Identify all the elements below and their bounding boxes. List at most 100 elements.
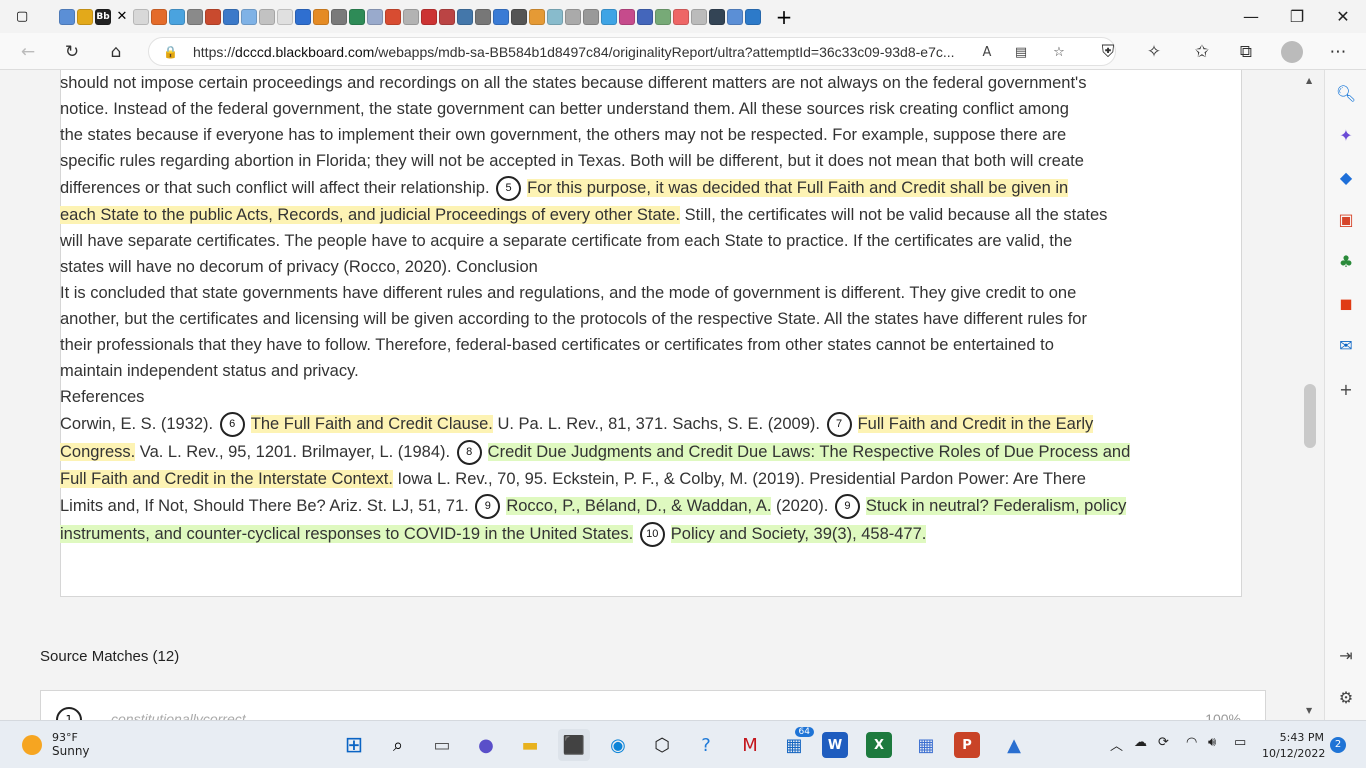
back-button[interactable]: ←	[14, 38, 42, 66]
read-aloud-icon[interactable]: A	[975, 41, 999, 63]
chat-icon[interactable]: ●	[470, 729, 502, 761]
tab-favicon-icon[interactable]	[745, 8, 761, 25]
file-explorer-icon[interactable]: ▬	[514, 729, 546, 761]
settings-more-icon[interactable]: ⋯	[1324, 38, 1352, 66]
match-marker-icon[interactable]: 8	[456, 440, 482, 466]
source-match-card[interactable]: 1 constitutionallycorrect 100%	[40, 690, 1266, 720]
tab-favicon-icon[interactable]	[709, 8, 725, 25]
tab-favicon-icon[interactable]	[349, 8, 365, 25]
tab-favicon-icon[interactable]	[277, 8, 293, 25]
tab-favicon-icon[interactable]	[313, 8, 329, 25]
photos-icon[interactable]: ▲	[998, 729, 1030, 761]
task-view-icon[interactable]: ▭	[426, 729, 458, 761]
close-window-button[interactable]: ✕	[1320, 0, 1366, 33]
tab-favicon-icon[interactable]	[529, 8, 545, 25]
mcafee-icon[interactable]: M	[734, 729, 766, 761]
highlighted-match-text[interactable]: Policy and Society, 39(3), 458-477.	[670, 525, 927, 543]
url-field[interactable]: 🔒 https://dcccd.blackboard.com/webapps/m…	[148, 37, 1116, 66]
scroll-up-icon[interactable]: ▲	[1306, 76, 1312, 85]
highlighted-match-text[interactable]: The Full Faith and Credit Clause.	[250, 415, 493, 433]
favorite-star-icon[interactable]: ☆	[1047, 41, 1071, 63]
show-hidden-icons-chevron-icon[interactable]: ︿	[1110, 735, 1123, 754]
add-sidebar-app-icon[interactable]: +	[1333, 376, 1359, 402]
taskbar-search-icon[interactable]: ⌕	[382, 729, 414, 761]
battery-icon[interactable]: ▭	[1234, 735, 1246, 750]
close-tab-icon[interactable]: ✕	[114, 9, 130, 24]
restore-button[interactable]: ❐	[1274, 0, 1320, 33]
favorites-icon[interactable]: ✩	[1188, 38, 1216, 66]
highlighted-match-text[interactable]: Stuck in neutral? Federalism, policy	[865, 497, 1127, 515]
highlighted-match-text[interactable]: Congress.	[60, 443, 136, 461]
wifi-icon[interactable]: ◠	[1186, 735, 1197, 750]
teams-icon[interactable]: ▦ 64	[778, 727, 814, 761]
sidebar-settings-gear-icon[interactable]: ⚙	[1333, 684, 1359, 710]
refresh-button[interactable]: ↻	[58, 38, 86, 66]
tab-favicon-icon[interactable]	[511, 8, 527, 25]
page-scrollbar[interactable]: ▲ ▼	[1300, 70, 1324, 720]
shopping-icon[interactable]: ◆	[1333, 164, 1359, 190]
tab-favicon-icon[interactable]	[295, 8, 311, 25]
match-marker-icon[interactable]: 7	[826, 412, 852, 438]
start-windows-icon[interactable]: ⊞	[338, 729, 370, 761]
collections-icon[interactable]: ⧉	[1232, 38, 1260, 66]
home-button[interactable]: ⌂	[102, 38, 130, 66]
highlighted-match-text[interactable]: For this purpose, it was decided that Fu…	[527, 179, 1069, 197]
tab-favicon-icon[interactable]	[59, 8, 75, 25]
highlighted-match-text[interactable]: Full Faith and Credit in the Early	[857, 415, 1094, 433]
shield-app-icon[interactable]: ⬡	[646, 729, 678, 761]
match-marker-icon[interactable]: 10	[639, 522, 665, 548]
tab-favicon-icon[interactable]	[367, 8, 383, 25]
tab-favicon-icon[interactable]	[187, 8, 203, 25]
weather-widget[interactable]: 93°F Sunny	[22, 731, 90, 758]
games-icon[interactable]: ♣	[1333, 248, 1359, 274]
tab-favicon-icon[interactable]	[691, 8, 707, 25]
tab-favicon-icon[interactable]	[565, 8, 581, 25]
clock[interactable]: 5:43 PM 10/12/2022	[1262, 730, 1325, 762]
reader-view-icon[interactable]: ▤	[1009, 41, 1033, 63]
tab-favicon-icon[interactable]	[77, 8, 93, 25]
tab-favicon-icon[interactable]	[547, 8, 563, 25]
tab-favicon-icon[interactable]	[385, 8, 401, 25]
tab-favicon-icon[interactable]	[637, 8, 653, 25]
calculator-icon[interactable]: ▦	[910, 729, 942, 761]
highlighted-match-text[interactable]: Full Faith and Credit in the Interstate …	[60, 470, 393, 488]
outlook-icon[interactable]: ✉	[1333, 332, 1359, 358]
profile-avatar[interactable]	[1278, 38, 1306, 66]
match-marker-icon[interactable]: 5	[496, 176, 522, 202]
tab-favicon-icon[interactable]	[475, 8, 491, 25]
highlighted-match-text[interactable]: Rocco, P., Béland, D., & Waddan, A.	[506, 497, 772, 515]
tab-favicon-icon[interactable]	[403, 8, 419, 25]
tab-favicon-icon[interactable]	[583, 8, 599, 25]
office-icon[interactable]: ◼	[1333, 290, 1359, 316]
scroll-down-icon[interactable]: ▼	[1306, 706, 1312, 715]
volume-icon[interactable]: 🔊︎	[1208, 735, 1216, 750]
tab-favicon-icon[interactable]	[457, 8, 473, 25]
new-tab-button[interactable]: +	[770, 5, 798, 29]
tab-favicon-icon[interactable]	[619, 8, 635, 25]
extensions-icon[interactable]: ✧	[1140, 38, 1168, 66]
tab-favicon-icon[interactable]	[673, 8, 689, 25]
minimize-button[interactable]: —	[1228, 0, 1274, 33]
tab-favicon-icon[interactable]	[727, 8, 743, 25]
tab-favicon-icon[interactable]	[133, 8, 149, 25]
tab-favicon-icon[interactable]	[169, 8, 185, 25]
active-tab[interactable]: Bb	[95, 8, 111, 25]
tab-favicon-icon[interactable]	[493, 8, 509, 25]
word-icon[interactable]: W	[822, 732, 848, 758]
highlighted-match-text[interactable]: instruments, and counter-cyclical respon…	[60, 525, 634, 543]
tab-favicon-icon[interactable]	[331, 8, 347, 25]
tab-favicon-icon[interactable]	[601, 8, 617, 25]
tab-actions-icon[interactable]: ▢	[16, 9, 32, 24]
tab-favicon-icon[interactable]	[205, 8, 221, 25]
hide-sidebar-icon[interactable]: ⇥	[1333, 642, 1359, 668]
shield-icon[interactable]: ⛨	[1094, 38, 1122, 66]
sync-icon[interactable]: ⟳	[1158, 735, 1169, 750]
tab-favicon-icon[interactable]	[439, 8, 455, 25]
help-icon[interactable]: ?	[690, 729, 722, 761]
tools-icon[interactable]: ▣	[1333, 206, 1359, 232]
notification-count-badge[interactable]: 2	[1330, 737, 1346, 753]
edge-icon[interactable]: ◉	[602, 729, 634, 761]
match-marker-icon[interactable]: 6	[219, 412, 245, 438]
excel-icon[interactable]: X	[866, 732, 892, 758]
tab-favicon-icon[interactable]	[151, 8, 167, 25]
